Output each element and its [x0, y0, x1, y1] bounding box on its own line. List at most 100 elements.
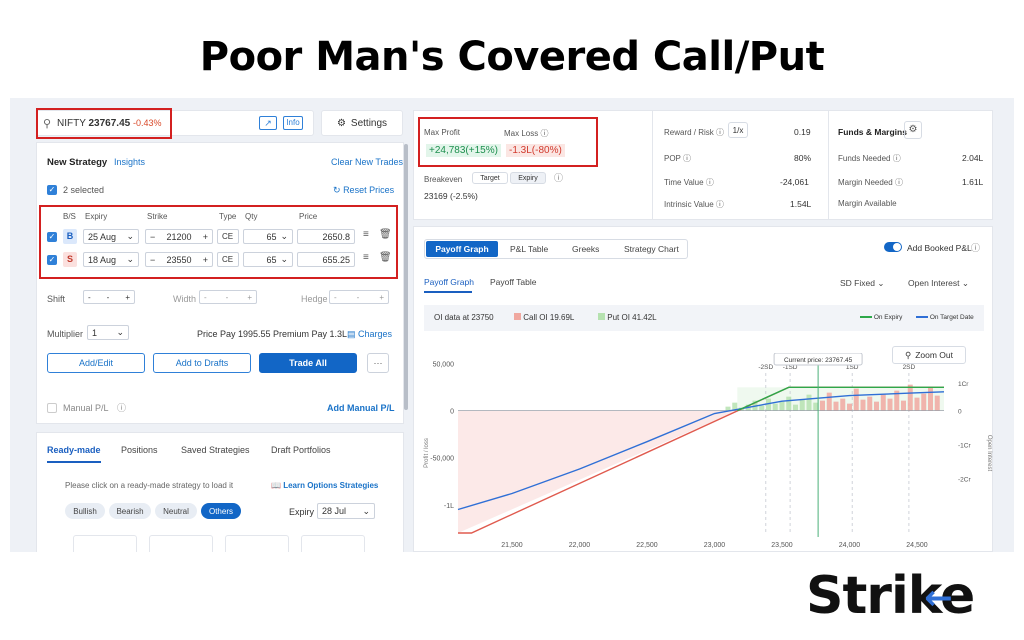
help-icon[interactable]: ⓘ	[117, 401, 126, 414]
funds-margins-title: Funds & Margins	[838, 127, 907, 137]
hedge-stepper[interactable]: - - +	[329, 290, 389, 304]
filter-bearish[interactable]: Bearish	[109, 503, 151, 519]
tab-draft-portfolios[interactable]: Draft Portfolios	[271, 445, 331, 455]
filter-others[interactable]: Others	[201, 503, 241, 519]
strategy-card-placeholder[interactable]	[149, 535, 213, 552]
trade-all-button[interactable]: Trade All	[259, 353, 357, 373]
intrinsic-value-value: 1.54L	[790, 199, 812, 209]
strategy-card-placeholder[interactable]	[73, 535, 137, 552]
multiplier-select[interactable]: 1 ⌄	[87, 325, 129, 340]
help-icon[interactable]: ⓘ	[716, 128, 724, 137]
shift-stepper[interactable]: - - +	[83, 290, 135, 304]
strike-stepper[interactable]: −23550 +	[145, 252, 213, 267]
help-icon[interactable]: ⓘ	[554, 171, 563, 184]
expiry-select[interactable]: 18 Aug ⌄	[83, 252, 139, 267]
expiry-select[interactable]: 28 Jul ⌄	[317, 503, 375, 519]
qty-select[interactable]: 65 ⌄	[243, 229, 293, 244]
leg-checkbox[interactable]: ✓	[47, 255, 57, 265]
tab-pl-table[interactable]: P&L Table	[510, 244, 548, 254]
price-input[interactable]: 2650.8	[297, 229, 355, 244]
select-all-checkbox[interactable]: ✓	[47, 185, 57, 195]
payoff-chart[interactable]: -2SD -1SD 1SD 2SDCurrent price: 23767.4521,…	[414, 353, 994, 552]
trash-icon[interactable]: 🗑	[379, 229, 392, 240]
reward-risk-label: Reward / Risk ⓘ	[664, 128, 725, 137]
put-oi-bar	[779, 401, 785, 411]
scrollbar[interactable]	[404, 144, 408, 410]
help-icon[interactable]: ⓘ	[706, 178, 714, 187]
settings-button[interactable]: ⚙ Settings	[321, 110, 403, 136]
tab-saved-strategies[interactable]: Saved Strategies	[181, 445, 250, 455]
help-icon[interactable]: ⓘ	[716, 200, 724, 209]
strike-stepper[interactable]: −21200 +	[145, 229, 213, 244]
y-right-axis-label: Open Interest	[986, 435, 992, 472]
filter-bullish[interactable]: Bullish	[65, 503, 105, 519]
put-oi-bar	[799, 399, 805, 411]
manual-pl-label: Manual P/L	[63, 403, 109, 413]
reward-risk-toggle[interactable]: 1/x	[728, 122, 748, 138]
info-button[interactable]: Info	[283, 116, 303, 130]
target-toggle[interactable]: Target	[472, 172, 508, 184]
charges-link[interactable]: ▤ Charges	[347, 329, 392, 340]
learn-strategies-link[interactable]: 📖 Learn Options Strategies	[271, 481, 378, 490]
pop-value: 80%	[794, 153, 812, 163]
type-field[interactable]: CE	[217, 229, 239, 244]
search-bar[interactable]: ⚲ NIFTY 23767.45 -0.43% ↗ Info	[36, 110, 314, 136]
sd-fixed-select[interactable]: SD Fixed ⌄	[840, 278, 884, 289]
manual-pl-checkbox[interactable]	[47, 403, 57, 413]
max-profit-label: Max Profit	[424, 128, 461, 137]
help-icon[interactable]: ⓘ	[540, 129, 548, 138]
menu-icon[interactable]: ≡	[363, 229, 369, 240]
booked-pl-toggle[interactable]	[884, 242, 902, 252]
strategy-card-placeholder[interactable]	[301, 535, 365, 552]
price-input[interactable]: 655.25	[297, 252, 355, 267]
put-oi-bar	[793, 404, 798, 411]
expiry-select[interactable]: 25 Aug ⌄	[83, 229, 139, 244]
intrinsic-value-label: Intrinsic Value ⓘ	[664, 200, 724, 209]
x-tick-label: 21,500	[501, 542, 523, 549]
tab-positions[interactable]: Positions	[121, 445, 158, 455]
tab-strategy-chart[interactable]: Strategy Chart	[624, 244, 679, 254]
plus-icon[interactable]: +	[203, 255, 208, 265]
subtab-payoff-graph[interactable]: Payoff Graph	[424, 277, 474, 287]
put-oi-bar	[759, 405, 765, 411]
help-icon[interactable]: ⓘ	[971, 241, 980, 254]
filter-neutral[interactable]: Neutral	[155, 503, 197, 519]
open-interest-select[interactable]: Open Interest ⌄	[908, 278, 969, 289]
chevron-down-icon: ⌄	[362, 505, 370, 516]
add-edit-button[interactable]: Add/Edit	[47, 353, 145, 373]
tab-ready-made[interactable]: Ready-made	[47, 445, 101, 455]
plus-icon[interactable]: +	[203, 232, 208, 242]
add-manual-pl-link[interactable]: Add Manual P/L	[327, 403, 395, 413]
strategy-title: New Strategy	[47, 157, 108, 168]
side-badge-buy[interactable]: B	[63, 229, 77, 244]
clear-new-trades-link[interactable]: Clear New Trades	[331, 157, 403, 167]
width-stepper[interactable]: - - +	[199, 290, 257, 304]
qty-select[interactable]: 65 ⌄	[243, 252, 293, 267]
add-to-drafts-button[interactable]: Add to Drafts	[153, 353, 251, 373]
col-price: Price	[299, 212, 318, 221]
gear-icon[interactable]: ⚙	[904, 121, 922, 139]
trash-icon[interactable]: 🗑	[379, 252, 392, 263]
subtab-payoff-table[interactable]: Payoff Table	[490, 277, 536, 287]
divider	[652, 111, 653, 219]
leg-checkbox[interactable]: ✓	[47, 232, 57, 242]
help-icon[interactable]: ⓘ	[683, 154, 691, 163]
help-icon[interactable]: ⓘ	[893, 154, 901, 163]
strategy-card-placeholder[interactable]	[225, 535, 289, 552]
expiry-toggle[interactable]: Expiry	[510, 172, 546, 184]
tab-payoff-graph[interactable]: Payoff Graph	[426, 241, 498, 257]
minus-icon[interactable]: −	[150, 255, 155, 265]
chart-icon[interactable]: ↗	[259, 116, 277, 130]
insights-link[interactable]: Insights	[114, 157, 145, 167]
menu-icon[interactable]: ≡	[363, 252, 369, 263]
side-badge-sell[interactable]: S	[63, 252, 77, 267]
reset-prices-link[interactable]: ↻ Reset Prices	[333, 185, 394, 196]
minus-icon[interactable]: −	[150, 232, 155, 242]
tab-greeks[interactable]: Greeks	[572, 244, 599, 254]
help-icon[interactable]: ⓘ	[895, 178, 903, 187]
type-field[interactable]: CE	[217, 252, 239, 267]
call-oi-bar	[921, 393, 927, 411]
more-options-button[interactable]: ···	[367, 353, 389, 373]
loss-area	[458, 410, 738, 533]
legend-on-expiry: On Expiry	[860, 314, 902, 321]
